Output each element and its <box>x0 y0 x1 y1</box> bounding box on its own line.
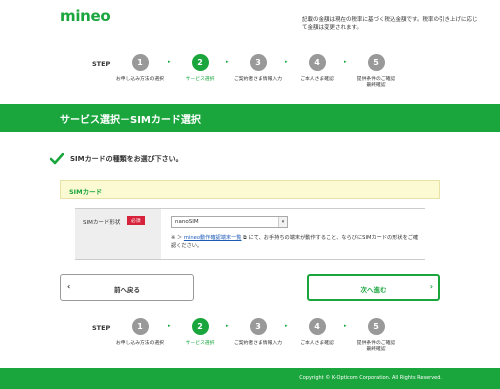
chevron-right-icon: › <box>429 282 433 291</box>
section-heading-text: SIMカードの種類をお選び下さい。 <box>70 155 183 163</box>
back-button[interactable]: ‹ 前へ戻る <box>60 274 194 301</box>
step-indicator-top: STEP 1 お申し込み方法の選択 ▸ 2 サービス選択 ▸ 3 ご契約者さま情… <box>60 54 440 94</box>
step-2-circle: 2 <box>191 54 209 71</box>
next-button-label: 次へ進む <box>360 286 387 294</box>
sim-card-bar-label: SIMカード <box>69 188 103 196</box>
step-5-circle: 5 <box>367 318 385 335</box>
step-3-circle: 3 <box>249 54 267 71</box>
step-1-circle: 1 <box>131 54 149 71</box>
required-badge: 必須 <box>127 216 145 225</box>
sim-shape-select-value: nanoSIM <box>175 219 199 225</box>
tax-note: 記載の金額は現在の税率に基づく税込金額です。税率の引き上げに応じて金額は変更され… <box>302 17 478 31</box>
copyright-text: Copyright © K-Opticom Corporation. All R… <box>299 375 442 381</box>
step-indicator-bottom: STEP 1 お申し込み方法の選択 ▸ 2 サービス選択 ▸ 3 ご契約者さま情… <box>60 318 440 358</box>
step-2-circle: 2 <box>191 318 209 335</box>
sim-shape-row: SIMカード形状 必須 nanoSIM ▾ ※ ＞ mineo動作確認端末一覧 … <box>75 208 425 260</box>
sim-shape-select[interactable]: nanoSIM ▾ <box>171 216 288 228</box>
check-icon <box>50 153 64 165</box>
form-label-cell: SIMカード形状 必須 <box>75 209 161 259</box>
chevron-down-icon: ▾ <box>278 217 287 227</box>
section-heading: SIMカードの種類をお選び下さい。 <box>50 153 183 165</box>
device-check-note: ※ ＞ mineo動作確認端末一覧 ⧉ にて、お手持ちの端末が動作すること、なら… <box>171 234 421 250</box>
sim-card-bar: SIMカード <box>60 180 440 199</box>
note-prefix: ※ ＞ <box>171 235 184 241</box>
mineo-logo[interactable]: mineo <box>60 7 111 25</box>
device-list-link[interactable]: mineo動作確認端末一覧 <box>184 235 242 241</box>
page-title: サービス選択－SIMカード選択 <box>60 115 201 126</box>
step-5: 5 提供条件のご確認 最終確認 <box>341 54 411 89</box>
step-4-circle: 4 <box>308 318 326 335</box>
step-1-circle: 1 <box>131 318 149 335</box>
step-4-circle: 4 <box>308 54 326 71</box>
step-5-text: 提供条件のご確認 最終確認 <box>356 341 396 352</box>
next-button[interactable]: 次へ進む › <box>307 274 440 301</box>
page-footer: Copyright © K-Opticom Corporation. All R… <box>0 368 500 389</box>
step-3-circle: 3 <box>249 318 267 335</box>
step-5-text: 提供条件のご確認 最終確認 <box>356 77 396 88</box>
step-5-circle: 5 <box>367 54 385 71</box>
step-5: 5 提供条件のご確認 最終確認 <box>341 318 411 353</box>
back-button-label: 前へ戻る <box>114 286 140 294</box>
page-banner: サービス選択－SIMカード選択 <box>0 104 500 132</box>
sim-shape-label: SIMカード形状 <box>83 220 121 226</box>
